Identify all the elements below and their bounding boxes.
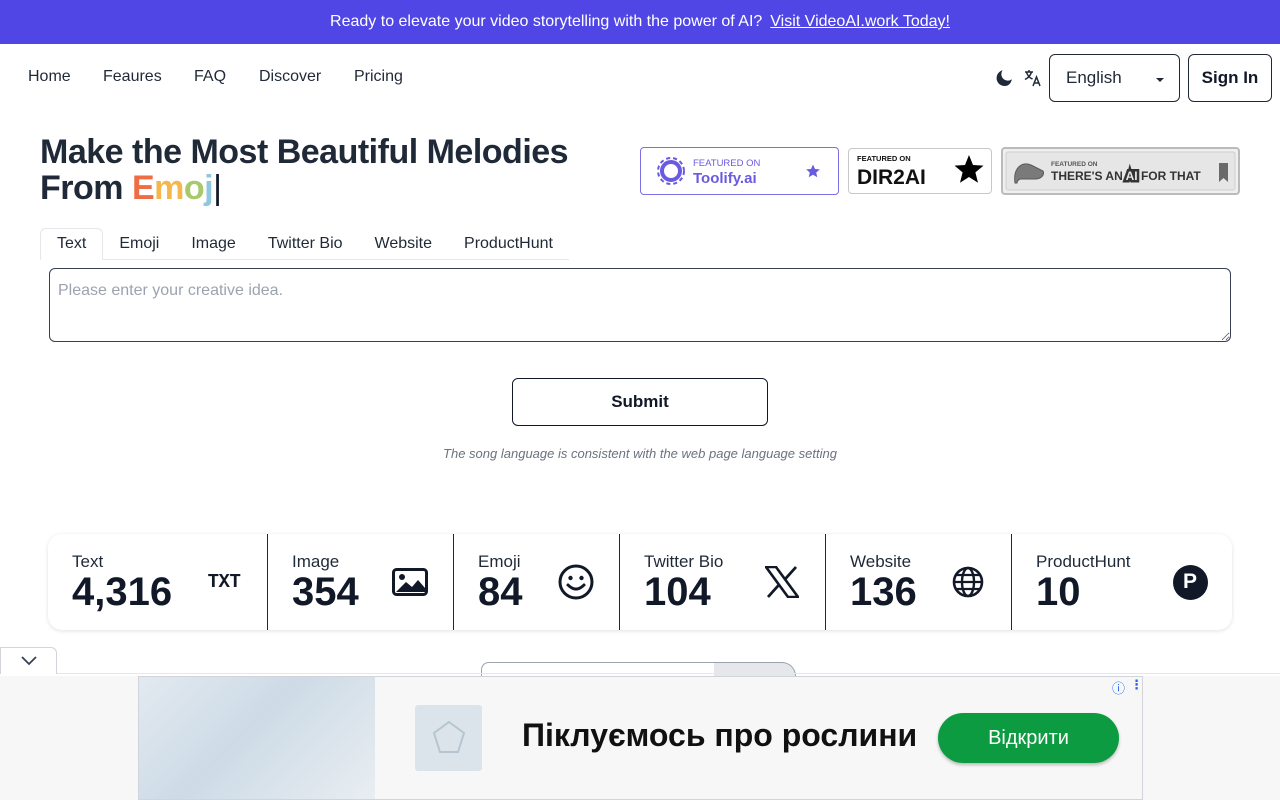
ad-menu-icon[interactable]: ⋮ bbox=[1130, 677, 1143, 693]
stat-emoji: Emoji 84 bbox=[454, 534, 620, 630]
nav-faq[interactable]: FAQ bbox=[194, 68, 226, 86]
title-line-1: Make the Most Beautiful Melodies bbox=[40, 133, 569, 171]
promo-banner-link[interactable]: Visit VideoAI.work Today! bbox=[770, 13, 950, 31]
stat-value: 4,316 bbox=[72, 570, 173, 614]
ad-info-icon[interactable]: ⓘ bbox=[1112, 678, 1125, 697]
toolify-logo-icon: FEATURED ON Toolify.ai bbox=[657, 157, 820, 187]
language-select[interactable]: English bbox=[1049, 54, 1180, 102]
globe-icon bbox=[950, 564, 986, 600]
x-logo-icon bbox=[764, 564, 800, 600]
stat-text: Text 4,316 TXT bbox=[48, 534, 268, 630]
txt-icon: TXT bbox=[207, 571, 241, 593]
title-line-2: From Emoj| bbox=[40, 169, 222, 207]
tab-website[interactable]: Website bbox=[359, 228, 449, 260]
typed-letter: E bbox=[131, 169, 155, 207]
divider bbox=[0, 673, 1280, 674]
stat-value: 136 bbox=[850, 570, 917, 614]
tab-text[interactable]: Text bbox=[40, 228, 104, 260]
stat-label: Emoji bbox=[478, 552, 521, 571]
ad-open-button[interactable]: Відкрити bbox=[938, 713, 1119, 763]
typing-cursor: | bbox=[213, 169, 222, 207]
stat-image: Image 354 bbox=[268, 534, 454, 630]
input-type-tabs: Text Emoji Image Twitter Bio Website Pro… bbox=[40, 228, 569, 260]
stat-producthunt: ProductHunt 10 P bbox=[1012, 534, 1232, 630]
stat-label: Image bbox=[292, 552, 340, 571]
taaft-badge-top: FEATURED ON bbox=[1051, 161, 1098, 168]
nav-pricing[interactable]: Pricing bbox=[354, 68, 403, 86]
leaf-shield-icon bbox=[432, 720, 465, 753]
star-icon bbox=[954, 155, 984, 183]
toolify-badge-name: Toolify.ai bbox=[693, 170, 757, 187]
smiley-icon bbox=[558, 564, 594, 600]
promo-banner: Ready to elevate your video storytelling… bbox=[0, 0, 1280, 44]
producthunt-icon: P bbox=[1172, 564, 1208, 600]
promo-banner-text: Ready to elevate your video storytelling… bbox=[330, 13, 763, 30]
star-icon bbox=[806, 164, 820, 178]
title-prefix: From bbox=[40, 169, 132, 207]
stat-value: 104 bbox=[644, 570, 711, 614]
translate-icon[interactable] bbox=[1024, 68, 1042, 88]
ad-logo bbox=[415, 705, 482, 771]
dir2ai-badge-top: FEATURED ON bbox=[857, 154, 911, 163]
dir2ai-badge-name: DIR2AI bbox=[857, 166, 926, 189]
dir2ai-badge[interactable]: FEATURED ON DIR2AI bbox=[848, 148, 992, 194]
stat-website: Website 136 bbox=[826, 534, 1012, 630]
toolify-badge-top: FEATURED ON bbox=[693, 158, 761, 169]
ad-headline: Піклуємось про рослини bbox=[522, 717, 918, 753]
language-note: The song language is consistent with the… bbox=[443, 446, 837, 461]
tab-twitter-bio[interactable]: Twitter Bio bbox=[252, 228, 359, 260]
submit-button[interactable]: Submit bbox=[512, 378, 768, 426]
stats-panel: Text 4,316 TXT Image 354 Emoji 84 Twitte… bbox=[48, 534, 1232, 630]
stat-label: Text bbox=[72, 552, 104, 571]
typed-letter: m bbox=[154, 169, 184, 207]
tab-image[interactable]: Image bbox=[175, 228, 251, 260]
stat-value: 354 bbox=[292, 570, 359, 614]
tab-emoji[interactable]: Emoji bbox=[103, 228, 175, 260]
taaft-logo-icon: FEATURED ON THERE'S AN AI FOR THAT bbox=[1005, 151, 1236, 191]
page-title: Make the Most Beautiful Melodies From Em… bbox=[40, 133, 569, 207]
stat-value: 84 bbox=[478, 570, 523, 614]
image-icon bbox=[392, 564, 428, 600]
moon-icon[interactable] bbox=[994, 68, 1014, 88]
nav-discover[interactable]: Discover bbox=[259, 68, 321, 86]
stat-value: 10 bbox=[1036, 570, 1081, 614]
nav-features[interactable]: Feaures bbox=[103, 68, 162, 86]
typed-letter: j bbox=[204, 169, 214, 207]
typed-letter: o bbox=[183, 169, 205, 207]
stat-label: Website bbox=[850, 552, 912, 571]
tab-producthunt[interactable]: ProductHunt bbox=[448, 228, 569, 260]
caret-down-icon bbox=[1156, 78, 1164, 82]
chevron-down-icon bbox=[20, 656, 37, 666]
collapse-ad-button[interactable] bbox=[0, 647, 57, 674]
creative-idea-input[interactable] bbox=[49, 268, 1231, 342]
sign-in-button[interactable]: Sign In bbox=[1188, 54, 1272, 102]
ad-image bbox=[139, 677, 375, 799]
theresanaiforthat-badge[interactable]: FEATURED ON THERE'S AN AI FOR THAT bbox=[1001, 147, 1240, 195]
dir2ai-logo-icon: FEATURED ON DIR2AI bbox=[857, 154, 984, 189]
stat-label: ProductHunt bbox=[1036, 552, 1131, 571]
taaft-badge-name: THERE'S AN AI FOR THAT bbox=[1051, 169, 1201, 183]
stat-twitter-bio: Twitter Bio 104 bbox=[620, 534, 826, 630]
nav-home[interactable]: Home bbox=[28, 68, 71, 86]
stat-label: Twitter Bio bbox=[644, 552, 724, 571]
toolify-badge[interactable]: FEATURED ON Toolify.ai bbox=[640, 147, 839, 195]
language-select-value: English bbox=[1066, 68, 1122, 87]
